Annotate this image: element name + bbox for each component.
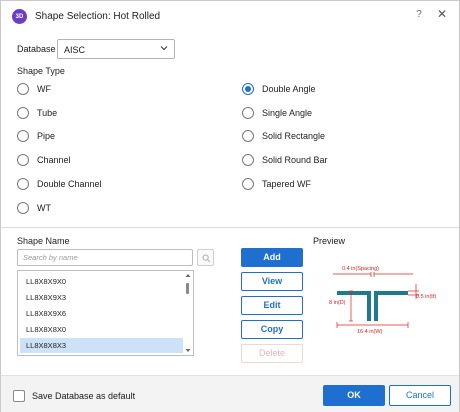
dim-tf-label: 0.5 in(tf): [416, 294, 436, 300]
radio-circle[interactable]: [17, 202, 29, 214]
database-label: Database: [17, 44, 56, 54]
radio-circle[interactable]: [242, 107, 254, 119]
radio-label: WT: [37, 203, 51, 213]
radio-solid-rectangle[interactable]: Solid Rectangle: [242, 128, 325, 144]
list-item[interactable]: LL8X8X9X6: [20, 306, 183, 321]
radio-label: Tube: [37, 108, 58, 118]
delete-button: Delete: [241, 344, 303, 363]
radio-label: Channel: [37, 155, 71, 165]
list-item[interactable]: LL8X8X9X0: [20, 274, 183, 289]
radio-circle[interactable]: [242, 83, 254, 95]
scroll-up-icon[interactable]: [185, 273, 191, 278]
ok-button[interactable]: OK: [323, 385, 385, 406]
angle-left-flange: [337, 291, 371, 295]
radio-label: Single Angle: [262, 108, 313, 118]
radio-wf[interactable]: WF: [17, 81, 51, 97]
radio-label: WF: [37, 84, 51, 94]
radio-pipe[interactable]: Pipe: [17, 128, 55, 144]
radio-double-angle[interactable]: Double Angle: [242, 81, 316, 97]
cancel-button[interactable]: Cancel: [389, 385, 451, 406]
list-item[interactable]: LL8X8X9X3: [20, 290, 183, 305]
save-default-checkbox[interactable]: [13, 390, 25, 402]
radio-circle[interactable]: [242, 154, 254, 166]
scroll-down-icon[interactable]: [185, 348, 191, 353]
radio-circle[interactable]: [17, 130, 29, 142]
copy-button[interactable]: Copy: [241, 320, 303, 339]
add-button[interactable]: Add: [241, 248, 303, 267]
radio-single-angle[interactable]: Single Angle: [242, 105, 312, 121]
angle-right-flange: [374, 291, 408, 295]
close-button[interactable]: ✕: [435, 7, 449, 23]
section-divider: [1, 227, 459, 228]
search-button[interactable]: [197, 249, 214, 266]
title-bar: 3D Shape Selection: Hot Rolled ? ✕: [1, 1, 459, 31]
radio-wt[interactable]: WT: [17, 200, 51, 216]
radio-circle[interactable]: [242, 130, 254, 142]
radio-double-channel[interactable]: Double Channel: [17, 176, 102, 192]
radio-circle[interactable]: [17, 107, 29, 119]
database-select[interactable]: AISC: [57, 39, 175, 59]
edit-button[interactable]: Edit: [241, 296, 303, 315]
radio-label: Solid Round Bar: [262, 155, 328, 165]
app-logo-icon: 3D: [12, 9, 27, 24]
view-button[interactable]: View: [241, 272, 303, 291]
dim-w-label: 16.4 in(W): [357, 329, 383, 335]
radio-circle[interactable]: [242, 178, 254, 190]
shape-name-label: Shape Name: [17, 236, 70, 246]
radio-label: Double Channel: [37, 179, 102, 189]
angle-right-leg: [374, 291, 378, 321]
dialog-title: Shape Selection: Hot Rolled: [35, 11, 161, 22]
radio-label: Solid Rectangle: [262, 131, 326, 141]
radio-circle[interactable]: [17, 83, 29, 95]
preview-label: Preview: [313, 236, 346, 246]
save-default-label[interactable]: Save Database as default: [32, 391, 135, 401]
chevron-down-icon: [160, 46, 168, 51]
shape-selection-dialog: 3D Shape Selection: Hot Rolled ? ✕ Datab…: [0, 0, 460, 412]
dim-d-label: 8 in(D): [329, 300, 346, 306]
dim-spacing-label: 0.4 in(Spacing): [342, 266, 379, 272]
angle-left-leg: [367, 291, 371, 321]
radio-circle[interactable]: [17, 178, 29, 190]
scrollbar-thumb[interactable]: [186, 283, 189, 294]
radio-label: Tapered WF: [262, 179, 312, 189]
shape-preview-diagram: 0.4 in(Spacing) 8 in(D) 0.5 in(tf) 16.4 …: [329, 266, 436, 335]
radio-tube[interactable]: Tube: [17, 105, 57, 121]
radio-channel[interactable]: Channel: [17, 152, 71, 168]
radio-solid-round-bar[interactable]: Solid Round Bar: [242, 152, 328, 168]
list-item[interactable]: LL8X8X8X0: [20, 322, 183, 337]
dialog-footer: Save Database as default OK Cancel: [1, 375, 459, 412]
radio-tapered-wf[interactable]: Tapered WF: [242, 176, 311, 192]
shape-type-label: Shape Type: [17, 66, 65, 76]
radio-label: Double Angle: [262, 84, 316, 94]
list-scrollbar[interactable]: [185, 273, 191, 353]
search-input[interactable]: [17, 249, 193, 266]
shape-name-list[interactable]: LL8X8X9X0 LL8X8X9X3 LL8X8X9X6 LL8X8X8X0 …: [17, 270, 194, 356]
search-icon: [202, 254, 211, 263]
radio-circle[interactable]: [17, 154, 29, 166]
help-button[interactable]: ?: [413, 9, 425, 23]
radio-label: Pipe: [37, 131, 56, 141]
database-selected-value: AISC: [64, 45, 86, 55]
list-item-selected[interactable]: LL8X8X8X3: [20, 338, 183, 353]
